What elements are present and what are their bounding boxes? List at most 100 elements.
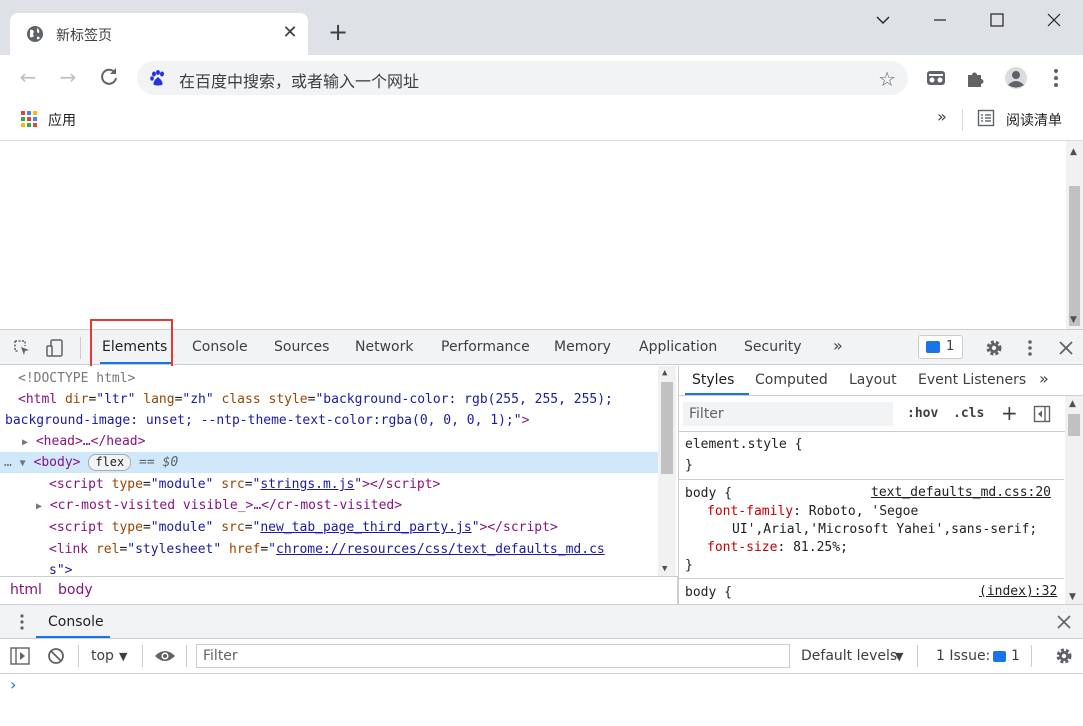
reload-icon[interactable]: [97, 65, 121, 89]
toggle-sidebar-icon[interactable]: [1033, 405, 1051, 423]
bookmarks-overflow-button[interactable]: »: [937, 107, 947, 126]
puzzle-extensions-icon[interactable]: [964, 66, 988, 90]
tab-search-icon[interactable]: [868, 8, 898, 32]
scroll-up-arrow-icon[interactable]: ▲: [1070, 147, 1077, 157]
page-scrollbar-thumb[interactable]: [1069, 186, 1080, 326]
tab-network[interactable]: Network: [355, 339, 413, 355]
styles-scrollbar-thumb[interactable]: [1068, 414, 1080, 436]
dom-node-head[interactable]: ▶ <head>…</head>: [0, 431, 658, 452]
dom-node-html[interactable]: <html dir="ltr" lang="zh" class style="b…: [0, 389, 658, 410]
close-tab-icon[interactable]: ✕: [280, 23, 300, 43]
dom-node-cr-most-visited[interactable]: ▶ <cr-most-visited visible_>…</cr-most-v…: [0, 495, 658, 516]
console-prompt[interactable]: ›: [10, 675, 16, 694]
dom-node-body-selected[interactable]: … ▼ <body> flex == $0: [0, 452, 658, 473]
customize-devtools-icon[interactable]: [1020, 338, 1040, 358]
node-actions-ellipsis-icon[interactable]: …: [4, 455, 12, 470]
reading-list-button[interactable]: 阅读清单: [1006, 110, 1062, 130]
page-scrollbar[interactable]: ▲ ▼: [1066, 141, 1083, 329]
tab-event-listeners[interactable]: Event Listeners: [918, 372, 1026, 388]
styles-scrollbar[interactable]: ▲ ▼: [1065, 396, 1083, 604]
more-tabs-button[interactable]: »: [833, 336, 843, 355]
address-bar[interactable]: 在百度中搜索，或者输入一个网址 ☆: [137, 61, 908, 95]
dom-node-doctype[interactable]: <!DOCTYPE html>: [0, 368, 658, 389]
rule-source-link[interactable]: (index):32: [979, 584, 1057, 599]
incognito-extension-icon[interactable]: [924, 66, 948, 90]
dom-node-script-third-party[interactable]: <script type="module" src="new_tab_page_…: [0, 517, 658, 538]
script-src-link[interactable]: strings.m.js: [260, 477, 354, 492]
tab-layout[interactable]: Layout: [849, 372, 897, 388]
elements-dom-tree[interactable]: <!DOCTYPE html> <html dir="ltr" lang="zh…: [0, 366, 678, 576]
context-dropdown-icon[interactable]: ▼: [119, 650, 127, 663]
elements-scrollbar[interactable]: ▲ ▼: [658, 366, 676, 576]
tab-memory[interactable]: Memory: [554, 339, 611, 355]
drawer-tab-console[interactable]: Console: [48, 614, 104, 630]
scroll-up-arrow-icon[interactable]: ▲: [1069, 399, 1076, 409]
maximize-icon[interactable]: [982, 8, 1012, 32]
tab-console[interactable]: Console: [192, 339, 248, 355]
apps-bookmark[interactable]: 应用: [48, 110, 76, 130]
rule-source-link[interactable]: text_defaults_md.css:20: [871, 485, 1051, 500]
dom-node-link-continued[interactable]: s">: [0, 560, 658, 576]
drawer-menu-icon[interactable]: [14, 613, 30, 631]
console-settings-gear-icon[interactable]: [1054, 646, 1074, 666]
elements-scrollbar-thumb[interactable]: [661, 382, 673, 474]
settings-gear-icon[interactable]: [984, 338, 1004, 358]
script-src-link[interactable]: new_tab_page_third_party.js: [260, 520, 471, 535]
tab-sources[interactable]: Sources: [274, 339, 329, 355]
breadcrumb-html[interactable]: html: [10, 582, 42, 598]
bookmark-star-icon[interactable]: ☆: [878, 67, 896, 91]
scroll-up-arrow-icon[interactable]: ▲: [662, 368, 667, 378]
tab-application[interactable]: Application: [639, 339, 717, 355]
clear-console-icon[interactable]: [47, 647, 65, 665]
font-size-declaration[interactable]: font-size: 81.25%;: [707, 539, 848, 557]
issues-link[interactable]: 1 Issue:: [936, 648, 990, 664]
flex-badge[interactable]: flex: [88, 454, 132, 471]
body-rule-selector[interactable]: body {: [685, 485, 732, 503]
breadcrumb-body[interactable]: body: [58, 582, 93, 598]
tab-security[interactable]: Security: [744, 339, 802, 355]
reading-list-icon[interactable]: [977, 109, 995, 127]
close-window-icon[interactable]: [1039, 8, 1069, 32]
class-toggle[interactable]: .cls: [953, 406, 984, 421]
log-levels-dropdown[interactable]: Default levels: [801, 648, 897, 664]
console-toolbar-divider: [78, 645, 79, 667]
expand-triangle-icon[interactable]: ▶: [36, 501, 42, 512]
minimize-icon[interactable]: [925, 8, 955, 32]
font-family-declaration[interactable]: font-family: Roboto, 'Segoe: [707, 503, 918, 521]
profile-avatar-icon[interactable]: [1004, 66, 1028, 90]
scroll-down-arrow-icon[interactable]: ▼: [1069, 592, 1076, 602]
dom-node-script-strings[interactable]: <script type="module" src="strings.m.js"…: [0, 474, 658, 495]
hover-state-toggle[interactable]: :hov: [907, 406, 938, 421]
browser-menu-icon[interactable]: [1044, 66, 1068, 90]
new-style-rule-icon[interactable]: +: [1001, 401, 1018, 425]
stylesheet-href-link[interactable]: chrome://resources/css/text_defaults_md.…: [276, 542, 605, 557]
dom-node-link-stylesheet[interactable]: <link rel="stylesheet" href="chrome://re…: [0, 539, 658, 560]
apps-grid-icon[interactable]: [20, 110, 38, 128]
back-arrow-icon[interactable]: ←: [16, 65, 40, 89]
tab-computed[interactable]: Computed: [755, 372, 828, 388]
dom-node-html-continued[interactable]: background-image: unset; --ntp-theme-tex…: [0, 410, 658, 431]
tab-new-tab[interactable]: 新标签页 ✕: [10, 13, 308, 55]
device-toolbar-icon[interactable]: [45, 338, 65, 358]
close-devtools-icon[interactable]: [1056, 338, 1076, 358]
show-sidebar-icon[interactable]: [10, 647, 30, 665]
levels-dropdown-icon[interactable]: ▼: [895, 650, 903, 663]
context-selector[interactable]: top: [91, 648, 114, 664]
close-drawer-icon[interactable]: [1056, 614, 1072, 630]
scroll-down-arrow-icon[interactable]: ▼: [1070, 315, 1077, 325]
inspect-element-icon[interactable]: [12, 338, 32, 358]
forward-arrow-icon[interactable]: →: [56, 65, 80, 89]
more-styles-tabs-button[interactable]: »: [1039, 369, 1049, 388]
element-style-rule[interactable]: element.style {: [685, 436, 802, 454]
collapse-triangle-icon[interactable]: ▼: [20, 458, 26, 469]
expand-triangle-icon[interactable]: ▶: [22, 437, 28, 448]
page-viewport[interactable]: ▲ ▼: [0, 141, 1083, 329]
live-expression-eye-icon[interactable]: [154, 649, 176, 663]
tab-styles[interactable]: Styles: [692, 372, 734, 388]
new-tab-button[interactable]: +: [326, 20, 350, 44]
scroll-down-arrow-icon[interactable]: ▼: [662, 564, 667, 574]
console-filter-input[interactable]: Filter: [196, 644, 790, 668]
body-rule-selector-2[interactable]: body {: [685, 584, 732, 602]
issues-counter-button[interactable]: 1: [918, 335, 963, 359]
tab-performance[interactable]: Performance: [441, 339, 530, 355]
